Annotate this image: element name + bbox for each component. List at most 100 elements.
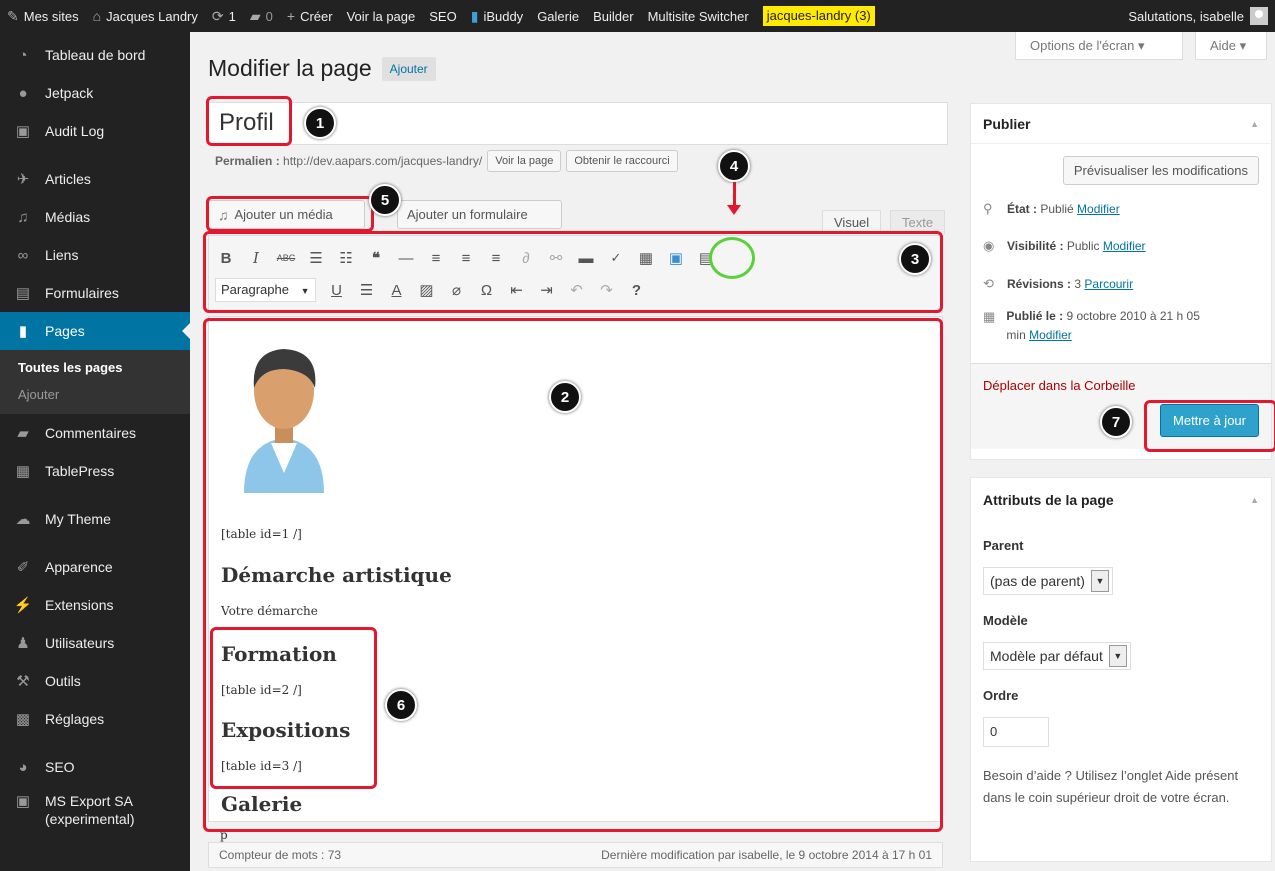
template-select-value: Modèle par défaut: [990, 648, 1103, 664]
sidebar-item-appearance[interactable]: ✐ Apparence: [0, 548, 190, 586]
callout-marker-5: 5: [369, 184, 401, 216]
sidebar-item-label: Articles: [45, 171, 91, 187]
published-date-row: ▦ Publié le : 9 octobre 2010 à 21 h 05 mi…: [971, 303, 1271, 349]
preview-changes-button[interactable]: Prévisualiser les modifications: [1062, 156, 1259, 185]
visibility-modify-link[interactable]: Modifier: [1103, 239, 1146, 253]
move-to-trash-link[interactable]: Déplacer dans la Corbeille: [983, 378, 1135, 393]
pages-icon: ▮: [18, 323, 28, 340]
extensions-icon: ⚡: [13, 597, 33, 614]
adminbar-label: Voir la page: [346, 8, 416, 24]
sidebar-item-tools[interactable]: ⚒ Outils: [0, 662, 190, 700]
sidebar-item-dashboard[interactable]: ◔ Tableau de bord: [0, 36, 190, 74]
sidebar-item-tablepress[interactable]: ▦ TablePress: [0, 452, 190, 490]
word-count: Compteur de mots : 73: [219, 848, 342, 862]
last-modified: Dernière modification par isabelle, le 9…: [601, 848, 932, 862]
sidebar-item-label: TablePress: [45, 463, 115, 479]
adminbar-comments[interactable]: ▰ 0: [243, 0, 280, 32]
publish-box-header[interactable]: Publier ▲: [971, 104, 1271, 144]
sidebar-separator: [0, 490, 190, 500]
adminbar-label: 1: [228, 8, 236, 24]
appearance-icon: ✐: [16, 559, 30, 576]
submenu-all-pages[interactable]: Toutes les pages: [0, 354, 190, 381]
parent-select[interactable]: (pas de parent) ▼: [983, 567, 1113, 595]
site-highlight-label: jacques-landry (3): [762, 6, 875, 26]
date-modify-link[interactable]: Modifier: [1029, 328, 1072, 342]
page-attributes-title: Attributs de la page: [983, 492, 1114, 508]
sidebar-item-users[interactable]: ♟ Utilisateurs: [0, 624, 190, 662]
sidebar-separator: [0, 150, 190, 160]
status-value: Publié: [1040, 202, 1074, 216]
adminbar-label: Multisite Switcher: [647, 8, 749, 24]
sidebar-item-label: Commentaires: [45, 425, 137, 441]
highlight-sections: [210, 627, 377, 789]
adminbar-ibuddy[interactable]: ▮ iBuddy: [464, 0, 530, 32]
view-page-button[interactable]: Voir la page: [487, 150, 562, 172]
sidebar-item-media[interactable]: ♫ Médias: [0, 198, 190, 236]
add-form-button[interactable]: Ajouter un formulaire: [397, 200, 562, 229]
screen-options-tab[interactable]: Options de l'écran ▾: [1015, 32, 1183, 60]
page-attributes-header[interactable]: Attributs de la page ▲: [971, 478, 1271, 522]
parent-select-value: (pas de parent): [990, 573, 1085, 589]
help-label: Aide ▾: [1210, 38, 1247, 53]
attributes-help-text: Besoin d’aide ? Utilisez l’onglet Aide p…: [983, 768, 1239, 805]
adminbar-site-name[interactable]: ⌂ Jacques Landry: [86, 0, 205, 32]
status-row: ⚲ État : Publié Modifier: [971, 191, 1271, 227]
greeting-label: Salutations, isabelle: [1128, 8, 1244, 24]
parent-label: Parent: [983, 538, 1024, 553]
submenu-add-page[interactable]: Ajouter: [0, 381, 190, 408]
sidebar-item-links[interactable]: ∞ Liens: [0, 236, 190, 274]
sidebar-item-label: Jetpack: [45, 85, 94, 101]
revisions-value: 3: [1074, 277, 1082, 291]
adminbar-view-page[interactable]: Voir la page: [340, 0, 423, 32]
sidebar-item-comments[interactable]: ▰ Commentaires: [0, 414, 190, 452]
adminbar-gallery[interactable]: Galerie: [530, 0, 586, 32]
add-form-label: Ajouter un formulaire: [407, 207, 528, 222]
visibility-label: Visibilité :: [1007, 239, 1064, 253]
highlight-toolbar-toggle: [709, 237, 755, 279]
adminbar-seo[interactable]: SEO: [422, 0, 463, 32]
page-title: Modifier la page: [208, 55, 372, 81]
adminbar-multisite-switcher[interactable]: Multisite Switcher: [641, 0, 756, 32]
pin-icon: ⚲: [983, 201, 993, 216]
sidebar-item-label: Pages: [45, 323, 85, 339]
sidebar-item-seo[interactable]: ◕ SEO: [0, 748, 190, 786]
revisions-row: ⟲ Révisions : 3 Parcourir: [971, 265, 1271, 303]
sidebar-item-label: Tableau de bord: [45, 47, 146, 63]
revisions-browse-link[interactable]: Parcourir: [1084, 277, 1133, 291]
wp-logo-icon: ✎: [7, 7, 19, 24]
links-icon: ∞: [17, 246, 29, 264]
ms-export-icon: ▣: [15, 793, 31, 810]
sidebar-item-forms[interactable]: ▤ Formulaires: [0, 274, 190, 312]
sidebar-item-my-theme[interactable]: ☁ My Theme: [0, 500, 190, 538]
sidebar-item-label: Liens: [45, 247, 79, 263]
adminbar-builder[interactable]: Builder: [586, 0, 640, 32]
sidebar-item-settings[interactable]: ▩ Réglages: [0, 700, 190, 738]
shortlink-button[interactable]: Obtenir le raccourci: [566, 150, 678, 172]
sidebar-item-pages[interactable]: ▮ Pages: [0, 312, 190, 350]
adminbar-my-sites[interactable]: ✎ Mes sites: [0, 0, 86, 32]
order-input[interactable]: 0: [983, 717, 1049, 747]
permalink-label: Permalien :: [215, 154, 280, 168]
adminbar-site-highlight[interactable]: jacques-landry (3): [756, 0, 882, 32]
sidebar-item-jetpack[interactable]: ● Jetpack: [0, 74, 190, 112]
callout-marker-1: 1: [304, 107, 336, 139]
articles-icon: ✈: [16, 171, 30, 188]
status-modify-link[interactable]: Modifier: [1077, 202, 1120, 216]
permalink-url[interactable]: http://dev.aapars.com/jacques-landry/: [283, 154, 482, 168]
collapse-arrow-icon[interactable]: ▲: [1250, 495, 1259, 505]
updates-icon: ⟳: [211, 7, 224, 24]
sidebar-item-articles[interactable]: ✈ Articles: [0, 160, 190, 198]
adminbar-new[interactable]: + Créer: [280, 0, 340, 32]
adminbar-updates[interactable]: ⟳ 1: [205, 0, 243, 32]
template-select[interactable]: Modèle par défaut ▼: [983, 642, 1131, 670]
sidebar-item-extensions[interactable]: ⚡ Extensions: [0, 586, 190, 624]
help-tab[interactable]: Aide ▾: [1195, 32, 1267, 60]
sidebar-item-ms-export[interactable]: ▣ MS Export SA (experimental): [0, 786, 190, 832]
tablepress-icon: ▦: [15, 463, 31, 480]
adminbar-label: Galerie: [537, 8, 580, 24]
sidebar-item-audit-log[interactable]: ▣ Audit Log: [0, 112, 190, 150]
collapse-arrow-icon[interactable]: ▲: [1250, 119, 1259, 129]
pages-submenu: Toutes les pages Ajouter: [0, 350, 190, 414]
add-new-page-button[interactable]: Ajouter: [381, 56, 436, 81]
adminbar-account[interactable]: Salutations, isabelle: [1121, 0, 1275, 32]
